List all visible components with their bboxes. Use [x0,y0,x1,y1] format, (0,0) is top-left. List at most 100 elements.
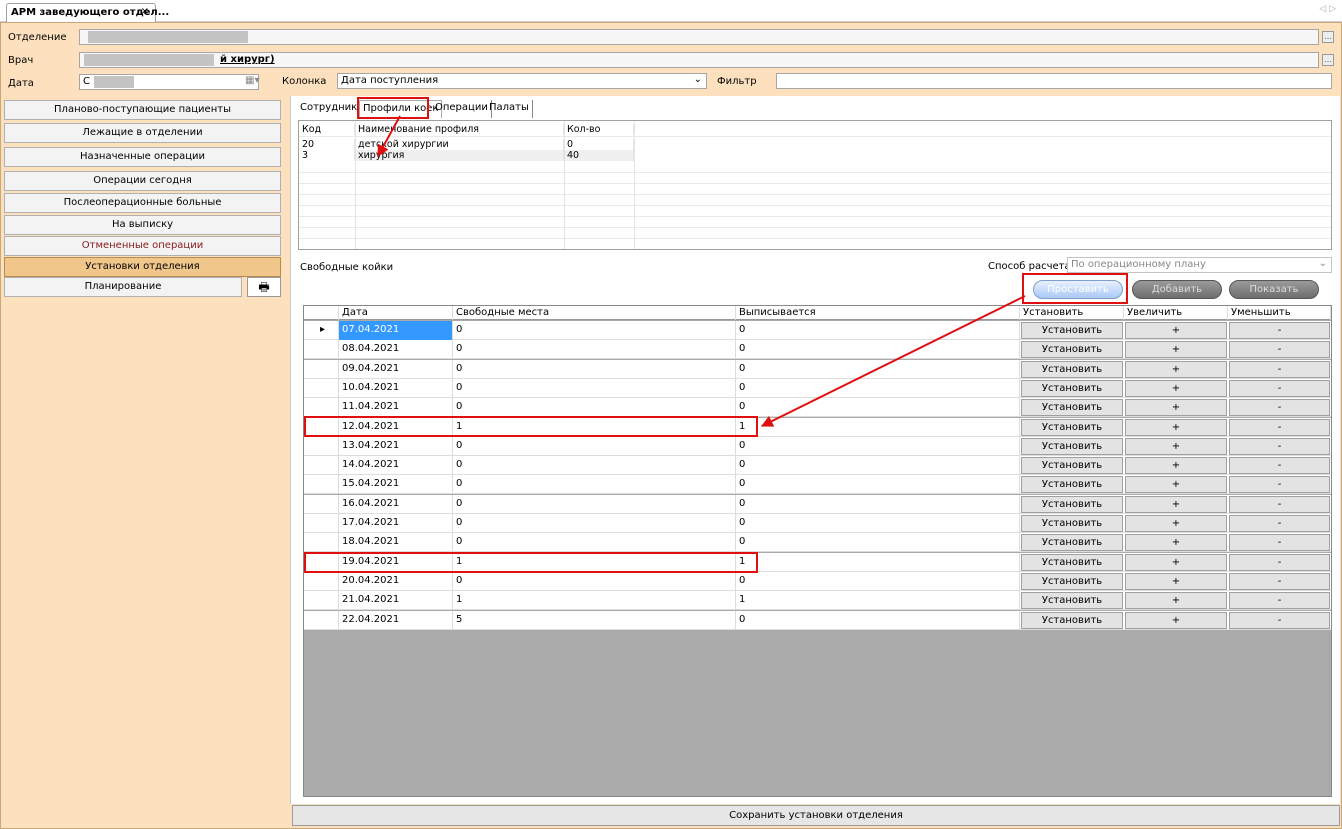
doctor-picker-button[interactable]: ... [1322,54,1334,66]
nav-inpatients[interactable]: Лежащие в отделении [4,123,281,143]
decrease-button[interactable]: - [1229,534,1330,552]
free-places-cell[interactable]: 0 [453,571,736,591]
decrease-button[interactable]: - [1229,379,1330,397]
nav-department-settings[interactable]: Установки отделения [4,257,281,277]
add-button[interactable]: Добавить [1132,280,1222,299]
free-places-cell[interactable]: 0 [453,533,736,553]
table-row[interactable]: 22.04.2021 5 0 Установить + - [304,610,1331,630]
decrease-button[interactable]: - [1229,341,1330,359]
discharged-cell[interactable]: 0 [736,514,1020,533]
increase-button[interactable]: + [1125,418,1227,436]
free-places-cell[interactable]: 0 [453,456,736,476]
increase-button[interactable]: + [1125,457,1227,475]
discharged-cell[interactable]: 0 [736,610,1020,630]
decrease-button[interactable]: - [1229,322,1330,339]
print-icon[interactable]: 🖶 [247,277,281,297]
table-row[interactable]: 20.04.2021 0 0 Установить + - [304,571,1331,591]
decrease-button[interactable]: - [1229,553,1330,571]
date-cell[interactable]: 07.04.2021 [339,321,453,340]
set-button[interactable]: Установить [1021,418,1123,436]
discharged-cell[interactable]: 1 [736,552,1020,572]
calendar-icon[interactable]: ▦▾ [245,75,259,86]
increase-button[interactable]: + [1125,592,1227,610]
free-places-cell[interactable]: 0 [453,494,736,514]
table-row[interactable]: ▸ 07.04.2021 0 0 Установить + - [304,321,1331,340]
increase-button[interactable]: + [1125,379,1227,397]
date-cell[interactable]: 13.04.2021 [339,436,453,456]
table-row[interactable]: 17.04.2021 0 0 Установить + - [304,514,1331,533]
free-places-cell[interactable]: 0 [453,378,736,398]
set-button[interactable]: Установить [1021,611,1123,629]
dept-field[interactable] [79,29,1319,45]
table-row[interactable]: 21.04.2021 1 1 Установить + - [304,591,1331,611]
decrease-button[interactable]: - [1229,457,1330,475]
increase-button[interactable]: + [1125,572,1227,590]
free-places-cell[interactable]: 0 [453,359,736,379]
table-row[interactable]: 3 хирургия 40 [299,150,1331,161]
nav-discharge[interactable]: На выписку [4,215,281,235]
nav-cancelled-operations[interactable]: Отмененные операции [4,236,281,256]
increase-button[interactable]: + [1125,476,1227,494]
set-button[interactable]: Установить [1021,495,1123,513]
date-cell[interactable]: 17.04.2021 [339,514,453,533]
document-tab[interactable]: АРМ заведующего отдел... × [6,3,169,22]
decrease-button[interactable]: - [1229,360,1330,378]
increase-button[interactable]: + [1125,495,1227,513]
free-places-cell[interactable]: 0 [453,321,736,340]
date-cell[interactable]: 14.04.2021 [339,456,453,476]
increase-button[interactable]: + [1125,515,1227,532]
filter-input[interactable] [776,73,1332,89]
set-button[interactable]: Установить [1021,379,1123,397]
table-row[interactable]: 08.04.2021 0 0 Установить + - [304,340,1331,360]
date-cell[interactable]: 15.04.2021 [339,475,453,495]
decrease-button[interactable]: - [1229,399,1330,417]
nav-scheduled-operations[interactable]: Назначенные операции [4,147,281,167]
date-cell[interactable]: 20.04.2021 [339,571,453,591]
column-select[interactable]: Дата поступления ⌄ [337,73,707,89]
increase-button[interactable]: + [1125,399,1227,417]
nav-postop-patients[interactable]: Послеоперационные больные [4,193,281,213]
table-row[interactable]: 20 детской хирургии 0 [299,139,1331,150]
set-button[interactable]: Установить [1021,572,1123,590]
set-button[interactable]: Установить [1021,457,1123,475]
calc-method-select[interactable]: По операционному плану ⌄ [1067,257,1332,273]
free-places-cell[interactable]: 0 [453,340,736,360]
discharged-cell[interactable]: 0 [736,359,1020,379]
set-button[interactable]: Установить [1021,553,1123,571]
discharged-cell[interactable]: 1 [736,591,1020,611]
table-row[interactable]: 18.04.2021 0 0 Установить + - [304,533,1331,553]
table-row[interactable]: 15.04.2021 0 0 Установить + - [304,475,1331,495]
set-button[interactable]: Установить [1021,322,1123,339]
increase-button[interactable]: + [1125,341,1227,359]
table-row[interactable]: 09.04.2021 0 0 Установить + - [304,359,1331,379]
date-cell[interactable]: 10.04.2021 [339,378,453,398]
set-button[interactable]: Установить [1021,360,1123,378]
tab-wards[interactable]: Палаты [486,100,533,118]
nav-planned-patients[interactable]: Планово-поступающие пациенты [4,100,281,120]
decrease-button[interactable]: - [1229,515,1330,532]
free-places-cell[interactable]: 0 [453,398,736,418]
decrease-button[interactable]: - [1229,476,1330,494]
increase-button[interactable]: + [1125,553,1227,571]
free-places-cell[interactable]: 5 [453,610,736,630]
table-row[interactable]: 13.04.2021 0 0 Установить + - [304,436,1331,456]
table-row[interactable]: 10.04.2021 0 0 Установить + - [304,378,1331,398]
tab-scroll-arrows-icon[interactable]: ◁ ▷ [1319,4,1336,14]
set-button[interactable]: Установить [1021,476,1123,494]
discharged-cell[interactable]: 0 [736,436,1020,456]
date-cell[interactable]: 16.04.2021 [339,494,453,514]
save-settings-button[interactable]: Сохранить установки отделения [292,805,1340,826]
discharged-cell[interactable]: 0 [736,475,1020,495]
nav-planning[interactable]: Планирование [4,277,242,297]
discharged-cell[interactable]: 0 [736,571,1020,591]
decrease-button[interactable]: - [1229,572,1330,590]
discharged-cell[interactable]: 0 [736,340,1020,360]
decrease-button[interactable]: - [1229,437,1330,455]
increase-button[interactable]: + [1125,322,1227,339]
date-cell[interactable]: 22.04.2021 [339,610,453,630]
free-places-cell[interactable]: 0 [453,436,736,456]
close-icon[interactable]: × [141,6,149,17]
set-button[interactable]: Установить [1021,515,1123,532]
set-button[interactable]: Установить [1021,534,1123,552]
set-button[interactable]: Установить [1021,437,1123,455]
